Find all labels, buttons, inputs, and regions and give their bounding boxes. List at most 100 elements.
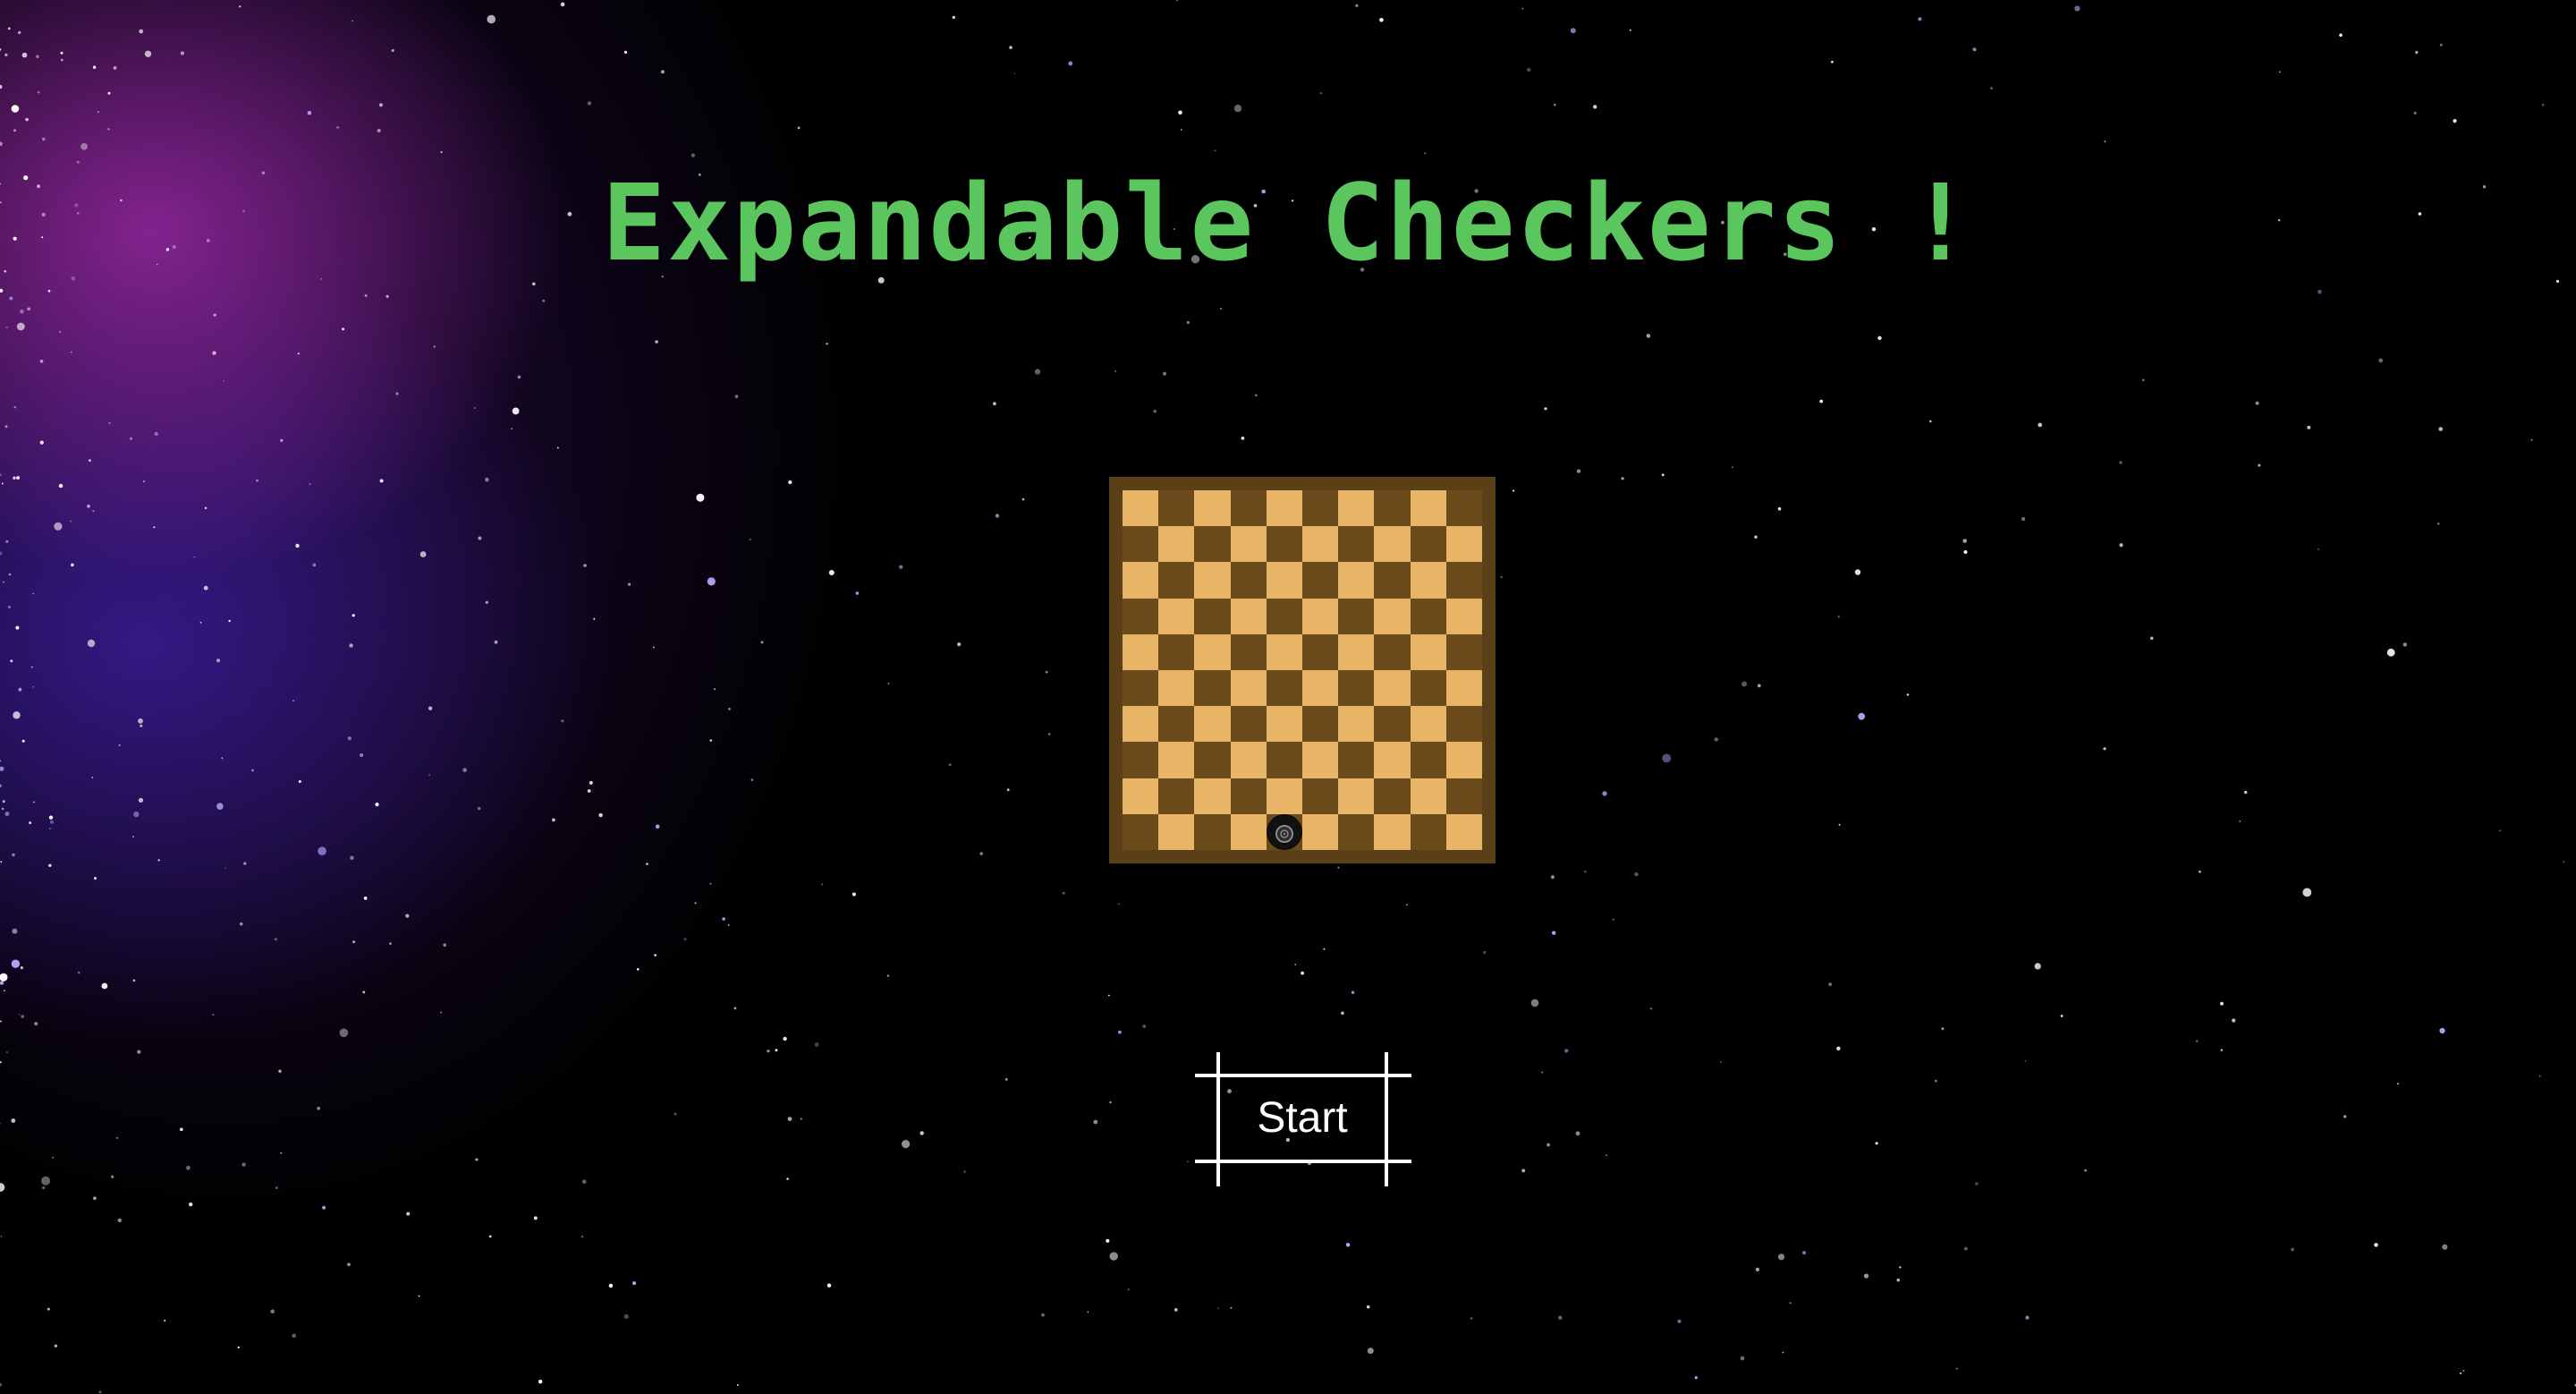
- board-square-light[interactable]: [1338, 706, 1375, 743]
- board-square-dark[interactable]: [1445, 706, 1482, 743]
- board-square-dark[interactable]: [1302, 633, 1339, 670]
- board-square-light[interactable]: [1445, 526, 1482, 563]
- board-square-light[interactable]: [1194, 490, 1231, 527]
- board-square-dark[interactable]: [1230, 490, 1267, 527]
- board-square-light[interactable]: [1410, 706, 1446, 743]
- board-square-light[interactable]: [1374, 598, 1411, 634]
- board-square-light[interactable]: [1302, 742, 1339, 778]
- board-square-light[interactable]: [1194, 778, 1231, 814]
- board-square-light[interactable]: [1445, 670, 1482, 707]
- board-square-light[interactable]: [1230, 670, 1267, 707]
- board-square-dark[interactable]: [1194, 670, 1231, 707]
- board-square-dark[interactable]: [1374, 778, 1411, 814]
- board-square-dark[interactable]: [1194, 598, 1231, 634]
- board-square-dark[interactable]: [1410, 598, 1446, 634]
- board-square-dark[interactable]: [1230, 706, 1267, 743]
- board-square-light[interactable]: [1123, 633, 1159, 670]
- board-square-light[interactable]: [1123, 490, 1159, 527]
- board-square-light[interactable]: [1266, 490, 1302, 527]
- board-square-dark[interactable]: [1410, 742, 1446, 778]
- board-square-light[interactable]: [1374, 526, 1411, 563]
- board-square-light[interactable]: [1445, 742, 1482, 778]
- board-square-dark[interactable]: [1230, 778, 1267, 814]
- board-square-light[interactable]: [1445, 598, 1482, 634]
- board-square-dark[interactable]: [1266, 813, 1302, 850]
- board-square-light[interactable]: [1158, 526, 1195, 563]
- board-square-dark[interactable]: [1374, 706, 1411, 743]
- board-square-dark[interactable]: [1338, 598, 1375, 634]
- board-square-light[interactable]: [1194, 706, 1231, 743]
- board-square-light[interactable]: [1123, 778, 1159, 814]
- board-square-light[interactable]: [1374, 742, 1411, 778]
- board-square-dark[interactable]: [1194, 526, 1231, 563]
- board-square-dark[interactable]: [1302, 778, 1339, 814]
- board-square-light[interactable]: [1445, 813, 1482, 850]
- board-square-light[interactable]: [1158, 742, 1195, 778]
- board-square-dark[interactable]: [1338, 813, 1375, 850]
- board-square-dark[interactable]: [1374, 633, 1411, 670]
- board-square-dark[interactable]: [1302, 706, 1339, 743]
- board-square-light[interactable]: [1230, 742, 1267, 778]
- board-square-dark[interactable]: [1410, 670, 1446, 707]
- board-square-light[interactable]: [1194, 562, 1231, 599]
- board-square-light[interactable]: [1410, 490, 1446, 527]
- board-square-dark[interactable]: [1266, 526, 1302, 563]
- board-square-dark[interactable]: [1230, 562, 1267, 599]
- board-square-light[interactable]: [1374, 813, 1411, 850]
- board-square-dark[interactable]: [1445, 490, 1482, 527]
- board-square-light[interactable]: [1230, 526, 1267, 563]
- board-square-dark[interactable]: [1123, 598, 1159, 634]
- board-square-dark[interactable]: [1158, 562, 1195, 599]
- board-square-light[interactable]: [1338, 562, 1375, 599]
- board-square-dark[interactable]: [1445, 562, 1482, 599]
- board-square-dark[interactable]: [1374, 562, 1411, 599]
- board-square-light[interactable]: [1123, 562, 1159, 599]
- board-square-dark[interactable]: [1302, 562, 1339, 599]
- board-square-dark[interactable]: [1123, 813, 1159, 850]
- board-square-dark[interactable]: [1266, 670, 1302, 707]
- board-square-light[interactable]: [1302, 598, 1339, 634]
- board-square-dark[interactable]: [1123, 742, 1159, 778]
- board-square-dark[interactable]: [1158, 706, 1195, 743]
- board-square-dark[interactable]: [1302, 490, 1339, 527]
- checker-piece-black[interactable]: [1267, 815, 1301, 848]
- board-square-dark[interactable]: [1158, 490, 1195, 527]
- board-square-light[interactable]: [1266, 778, 1302, 814]
- board-square-light[interactable]: [1230, 813, 1267, 850]
- board-square-dark[interactable]: [1338, 526, 1375, 563]
- board-square-dark[interactable]: [1266, 598, 1302, 634]
- board-square-dark[interactable]: [1445, 778, 1482, 814]
- board-square-dark[interactable]: [1158, 633, 1195, 670]
- board-square-light[interactable]: [1266, 706, 1302, 743]
- board-square-light[interactable]: [1158, 598, 1195, 634]
- board-square-dark[interactable]: [1445, 633, 1482, 670]
- board-square-light[interactable]: [1302, 670, 1339, 707]
- board-square-light[interactable]: [1410, 778, 1446, 814]
- board-square-dark[interactable]: [1374, 490, 1411, 527]
- board-square-dark[interactable]: [1194, 742, 1231, 778]
- board-square-light[interactable]: [1302, 813, 1339, 850]
- board-square-light[interactable]: [1266, 633, 1302, 670]
- start-button[interactable]: Start: [1216, 1074, 1388, 1163]
- board-square-light[interactable]: [1266, 562, 1302, 599]
- board-square-light[interactable]: [1410, 633, 1446, 670]
- board-square-light[interactable]: [1410, 562, 1446, 599]
- board-square-dark[interactable]: [1410, 526, 1446, 563]
- board-square-dark[interactable]: [1338, 742, 1375, 778]
- board-square-dark[interactable]: [1123, 670, 1159, 707]
- board-square-dark[interactable]: [1158, 778, 1195, 814]
- board-square-light[interactable]: [1158, 813, 1195, 850]
- board-square-dark[interactable]: [1194, 813, 1231, 850]
- board-square-dark[interactable]: [1230, 633, 1267, 670]
- board-square-light[interactable]: [1302, 526, 1339, 563]
- board-square-dark[interactable]: [1410, 813, 1446, 850]
- board-square-light[interactable]: [1338, 778, 1375, 814]
- board-square-light[interactable]: [1338, 633, 1375, 670]
- board-square-light[interactable]: [1230, 598, 1267, 634]
- board-square-light[interactable]: [1194, 633, 1231, 670]
- board-square-dark[interactable]: [1266, 742, 1302, 778]
- board-square-dark[interactable]: [1123, 526, 1159, 563]
- board-square-light[interactable]: [1338, 490, 1375, 527]
- board-square-dark[interactable]: [1338, 670, 1375, 707]
- board-square-light[interactable]: [1158, 670, 1195, 707]
